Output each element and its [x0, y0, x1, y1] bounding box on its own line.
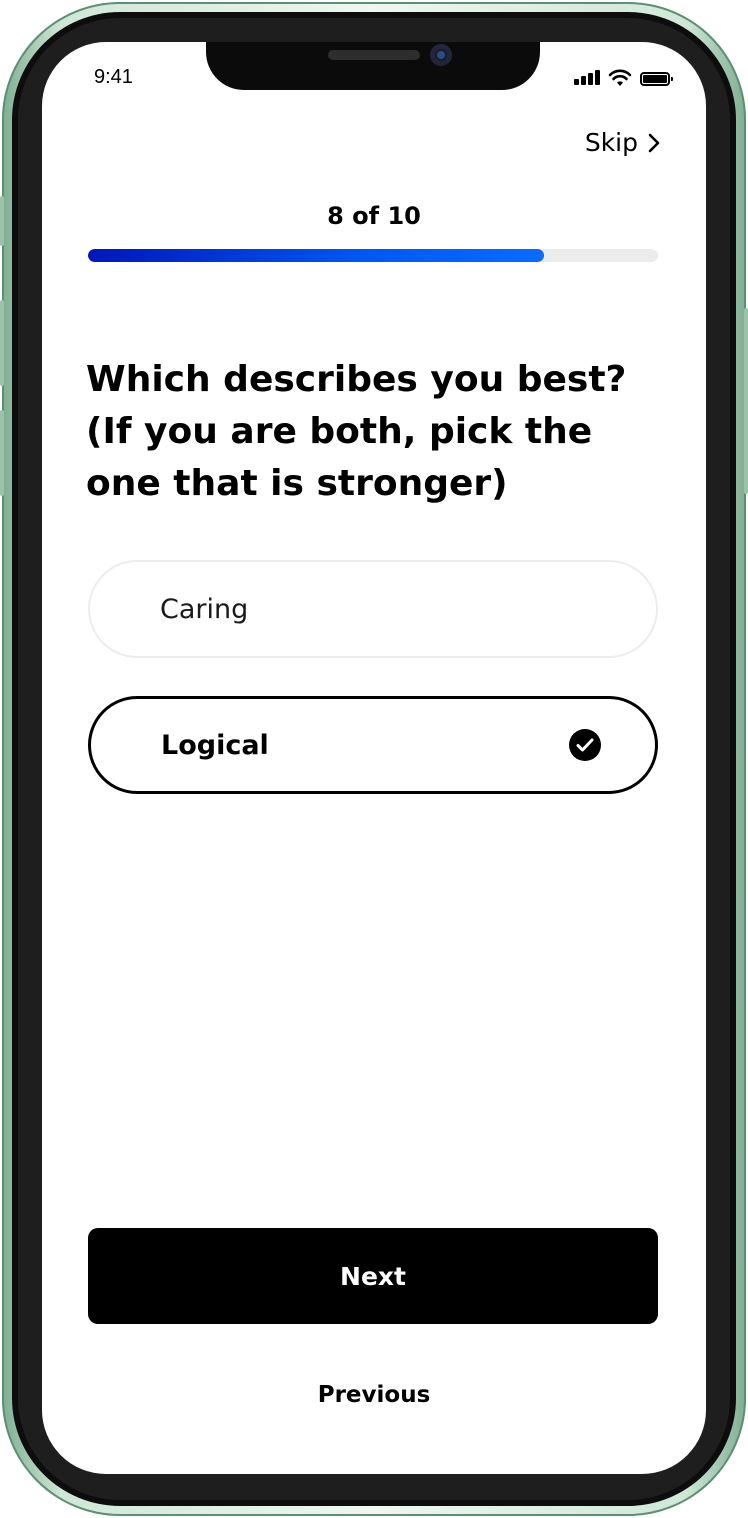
question-title: Which describes you best? (If you are bo… [86, 359, 627, 504]
progress-label: 8 of 10 [327, 202, 421, 230]
option-label: Caring [160, 593, 249, 625]
checkmark-circle-icon [569, 729, 601, 761]
progress-bar-fill [88, 249, 544, 262]
speaker-grille [328, 50, 420, 60]
front-camera [430, 44, 452, 66]
app-screen: 9:41 Skip 8 of 10 Which describes you be… [42, 42, 706, 1474]
volume-down-button [0, 410, 4, 496]
cellular-signal-icon [574, 67, 602, 89]
option-logical[interactable]: Logical [88, 696, 658, 794]
option-caring[interactable]: Caring [88, 560, 658, 658]
notch [206, 42, 540, 90]
progress-bar [88, 249, 658, 262]
wifi-icon [608, 69, 632, 86]
battery-icon [640, 72, 673, 86]
next-button[interactable]: Next [88, 1228, 658, 1324]
skip-label: Skip [584, 128, 638, 157]
status-time: 9:41 [94, 66, 133, 88]
chevron-right-icon [648, 133, 660, 152]
previous-button[interactable]: Previous [42, 1382, 706, 1408]
option-label: Logical [161, 729, 269, 761]
next-button-label: Next [340, 1261, 406, 1291]
volume-up-button [0, 300, 4, 386]
power-button [744, 308, 748, 494]
skip-button[interactable]: Skip [585, 128, 660, 157]
silent-switch [0, 196, 4, 246]
